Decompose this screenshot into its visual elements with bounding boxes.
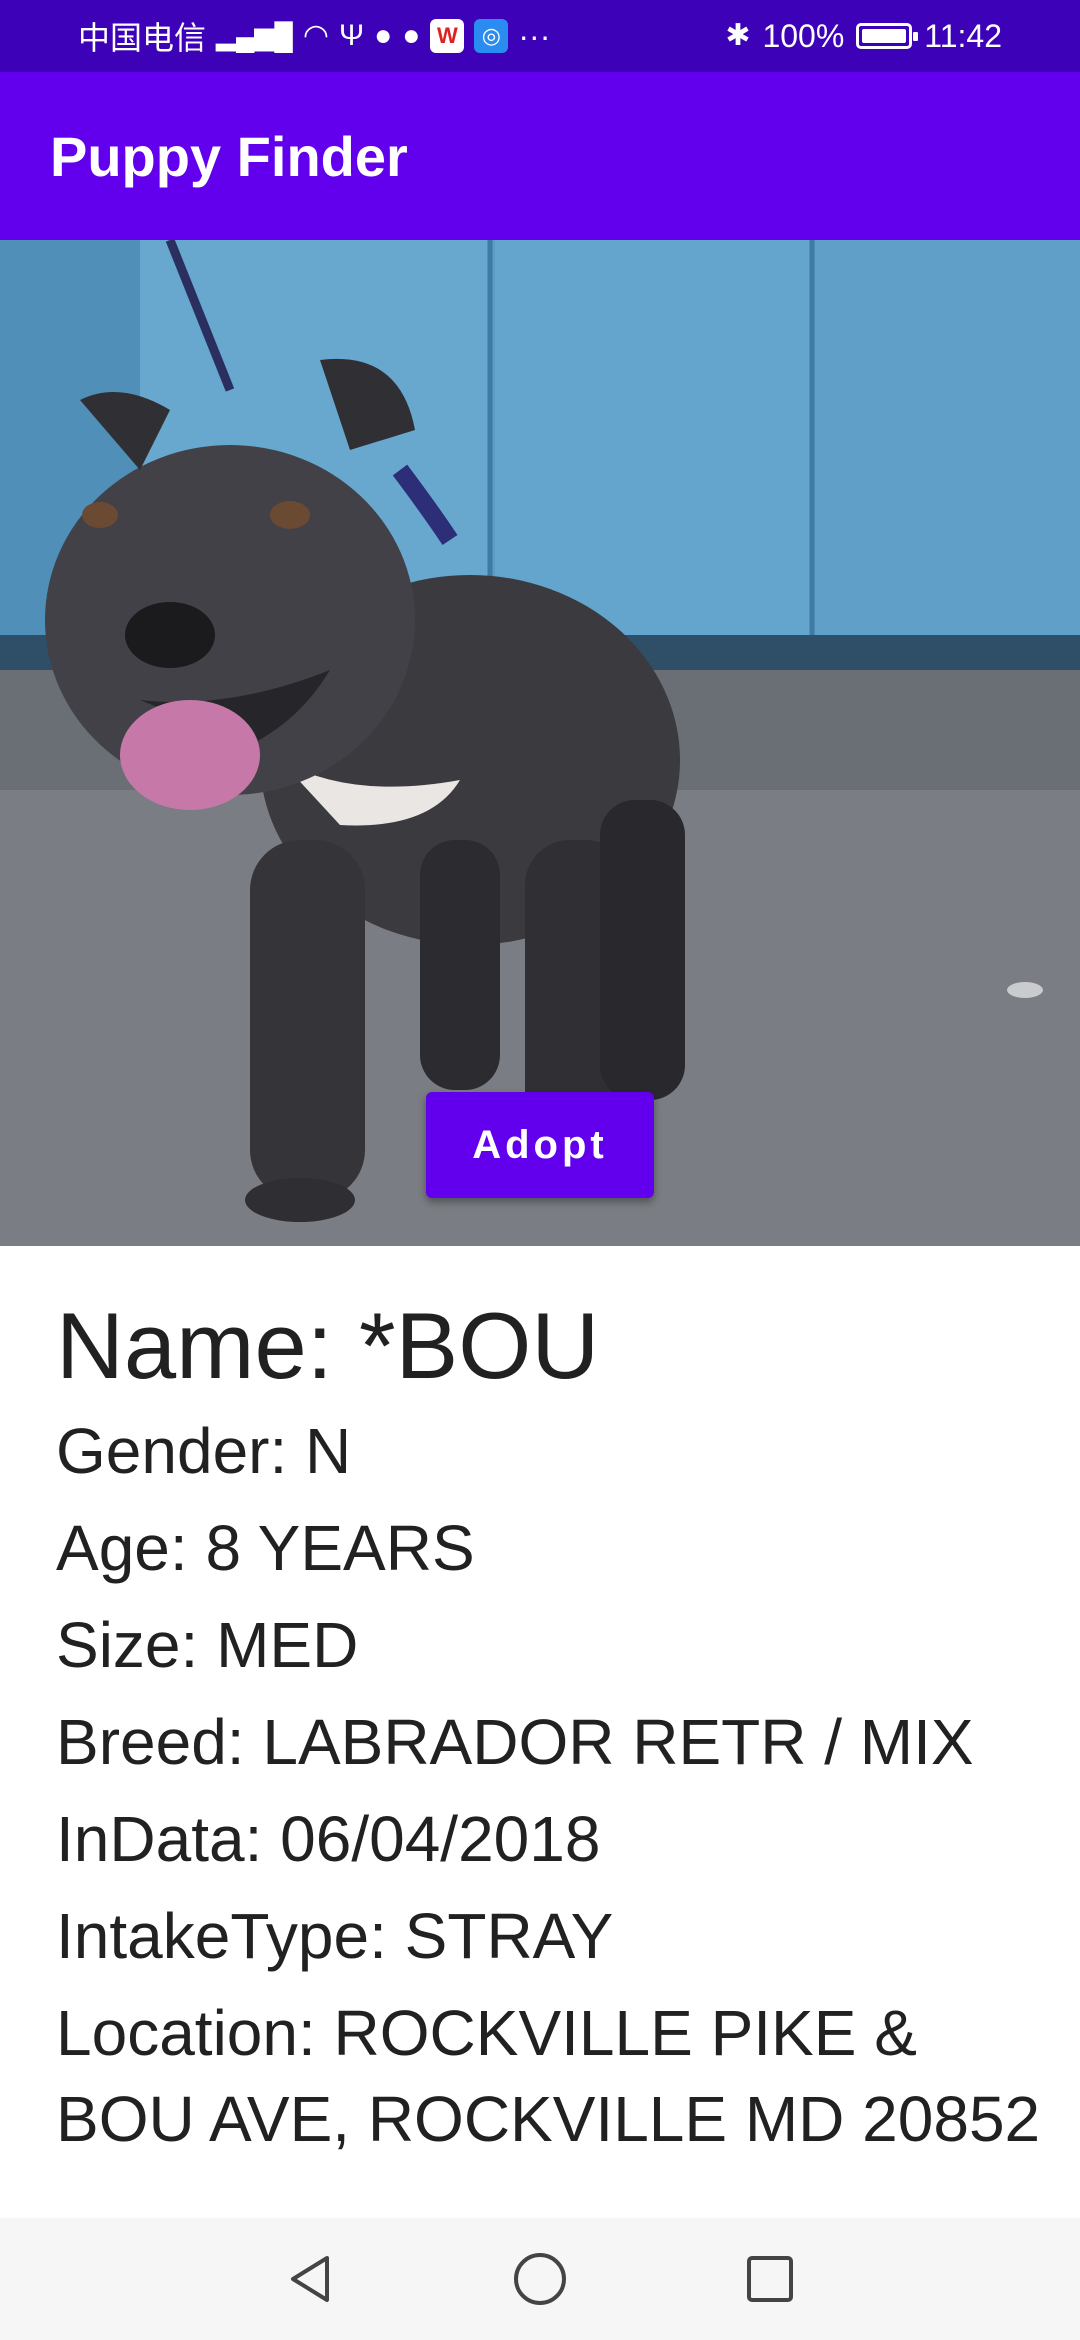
message-icon: ●: [402, 19, 421, 52]
status-bar: 中国电信 ▂▄▆█ ◠ Ψ ● ● W ◎ ··· ✱ 100% 11:42: [0, 0, 1080, 72]
app-title: Puppy Finder: [50, 124, 408, 188]
dog-age: Age: 8 YEARS: [56, 1512, 475, 1584]
wps-icon: W: [430, 19, 465, 53]
dog-gender: Gender: N: [56, 1415, 352, 1487]
app-bar: Puppy Finder: [0, 72, 1080, 240]
status-right: ✱ 100% 11:42: [725, 18, 1002, 55]
wifi-icon: ◠: [302, 19, 330, 52]
dog-details: Name: *BOU Gender: N Age: 8 YEARS Size: …: [56, 1290, 1046, 2218]
dog-indate: InData: 06/04/2018: [56, 1803, 601, 1875]
more-notifications-icon: ···: [518, 17, 551, 54]
usb-icon: Ψ: [339, 19, 365, 52]
back-triangle-icon[interactable]: [275, 2244, 345, 2314]
dog-location: Location: ROCKVILLE PIKE & BOU AVE, ROCK…: [56, 1997, 1041, 2155]
recents-square-icon[interactable]: [735, 2244, 805, 2314]
dog-intake-type: IntakeType: STRAY: [56, 1900, 614, 1972]
dog-size: Size: MED: [56, 1609, 359, 1681]
clock: 11:42: [924, 17, 1002, 54]
browser-icon: ◎: [474, 19, 509, 53]
home-circle-icon[interactable]: [505, 2244, 575, 2314]
battery-percent: 100%: [762, 17, 845, 54]
dog-photo: Adopt: [0, 240, 1080, 1246]
system-nav-bar: [0, 2218, 1080, 2340]
wechat-icon: ●: [374, 19, 393, 52]
bluetooth-icon: ✱: [725, 19, 751, 52]
dog-name: Name: *BOU: [56, 1293, 600, 1398]
adopt-button[interactable]: Adopt: [426, 1092, 654, 1198]
dog-breed: Breed: LABRADOR RETR / MIX: [56, 1706, 974, 1778]
signal-icon: ▂▄▆█: [216, 21, 293, 51]
carrier-label: 中国电信: [78, 20, 207, 56]
status-left: 中国电信 ▂▄▆█ ◠ Ψ ● ● W ◎ ···: [78, 13, 550, 59]
battery-icon: [856, 23, 919, 49]
